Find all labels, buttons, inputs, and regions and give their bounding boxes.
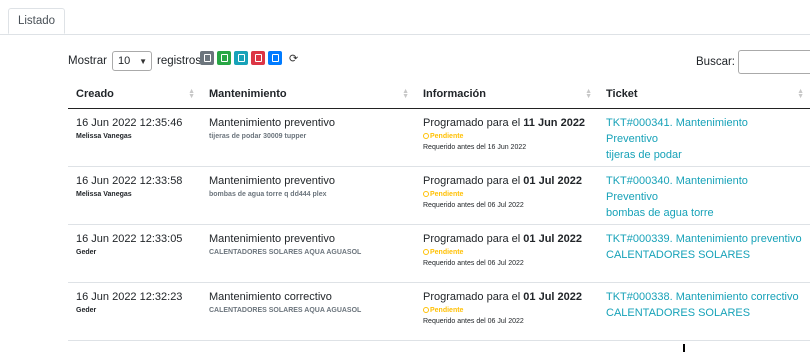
scheduled-date: 01 Jul 2022 bbox=[523, 174, 582, 187]
table-row: 16 Jun 2022 12:32:23 Geder Mantenimiento … bbox=[68, 282, 810, 341]
column-header-ticket[interactable]: Ticket ▲ ▼ bbox=[598, 81, 810, 109]
info-cell: Programado para el 01 Jul 2022 Pendiente R… bbox=[415, 224, 598, 283]
created-cell: 16 Jun 2022 12:33:58 Melissa Vanegas bbox=[68, 166, 201, 225]
created-datetime: 16 Jun 2022 12:33:58 bbox=[76, 174, 183, 187]
maintenance-type: Mantenimiento preventivo bbox=[209, 232, 335, 245]
pdf-icon bbox=[254, 54, 262, 62]
status-badge: Pendiente bbox=[423, 306, 590, 314]
table-row: 16 Jun 2022 12:35:46 Melissa Vanegas Mant… bbox=[68, 108, 810, 167]
search-input[interactable] bbox=[738, 50, 810, 74]
maintenance-cell: Mantenimiento correctivo CALENTADORES SOL… bbox=[201, 282, 415, 341]
scheduled-text: Programado para el 01 Jul 2022 bbox=[423, 174, 582, 187]
ticket-link[interactable]: TKT#000339. Mantenimiento preventivo CALE… bbox=[606, 231, 802, 263]
created-cell: 16 Jun 2022 12:35:46 Melissa Vanegas bbox=[68, 108, 201, 167]
maintenance-cell: Mantenimiento preventivo CALENTADORES SOL… bbox=[201, 224, 415, 283]
search-label: Buscar: bbox=[696, 56, 735, 68]
created-by: Melissa Vanegas bbox=[76, 190, 132, 198]
table-row: 16 Jun 2022 12:33:58 Melissa Vanegas Mant… bbox=[68, 166, 810, 225]
scheduled-date: 11 Jun 2022 bbox=[523, 116, 586, 129]
info-cell: Programado para el 11 Jun 2022 Pendiente R… bbox=[415, 108, 598, 167]
csv-icon bbox=[237, 54, 245, 62]
info-cell: Programado para el 01 Jul 2022 Pendiente R… bbox=[415, 282, 598, 341]
table-row: 16 Jun 2022 12:33:05 Geder Mantenimiento … bbox=[68, 224, 810, 283]
created-datetime: 16 Jun 2022 12:32:23 bbox=[76, 290, 183, 303]
ticket-cell: TKT#000339. Mantenimiento preventivo CALE… bbox=[598, 224, 810, 283]
ticket-cell: TKT#000340. Mantenimiento Preventivo bomb… bbox=[598, 166, 810, 225]
scheduled-text: Programado para el 11 Jun 2022 bbox=[423, 116, 586, 129]
clock-icon bbox=[423, 132, 429, 139]
sort-icon: ▲ ▼ bbox=[188, 88, 195, 100]
column-header-mantenimiento[interactable]: Mantenimiento ▲ ▼ bbox=[201, 81, 415, 109]
maintenance-description: tijeras de podar 30009 tupper bbox=[209, 132, 307, 140]
copy-icon bbox=[203, 54, 211, 62]
required-before: Requerido antes del 16 Jun 2022 bbox=[423, 143, 527, 151]
scheduled-text: Programado para el 01 Jul 2022 bbox=[423, 232, 582, 245]
scheduled-date: 01 Jul 2022 bbox=[523, 290, 582, 303]
refresh-icon[interactable]: ⟳ bbox=[289, 52, 298, 65]
status-badge: Pendiente bbox=[423, 248, 590, 256]
created-datetime: 16 Jun 2022 12:35:46 bbox=[76, 116, 183, 129]
created-cell: 16 Jun 2022 12:32:23 Geder bbox=[68, 282, 201, 341]
ticket-cell: TKT#000338. Mantenimiento correctivo CALE… bbox=[598, 282, 810, 341]
records-table: Creado ▲ ▼ Mantenimiento ▲ ▼ Información ▲ ▼ T… bbox=[68, 81, 810, 341]
show-label: Mostrar bbox=[68, 55, 107, 67]
info-cell: Programado para el 01 Jul 2022 Pendiente R… bbox=[415, 166, 598, 225]
export-buttons: ⟳ bbox=[200, 51, 298, 65]
records-label: registros bbox=[156, 55, 202, 67]
required-before: Requerido antes del 06 Jul 2022 bbox=[423, 259, 524, 267]
created-by: Geder bbox=[76, 248, 97, 256]
sort-icon: ▲ ▼ bbox=[402, 88, 409, 100]
status-badge: Pendiente bbox=[423, 190, 590, 198]
page-length-value: 10 bbox=[117, 55, 131, 67]
required-before: Requerido antes del 06 Jul 2022 bbox=[423, 317, 524, 325]
column-header-informacion[interactable]: Información ▲ ▼ bbox=[415, 81, 598, 109]
clock-icon bbox=[423, 306, 429, 313]
scheduled-date: 01 Jul 2022 bbox=[523, 232, 582, 245]
maintenance-description: bombas de agua torre q dd444 plex bbox=[209, 190, 327, 198]
csv-button[interactable] bbox=[234, 51, 248, 65]
status-badge: Pendiente bbox=[423, 132, 590, 140]
created-by: Geder bbox=[76, 306, 97, 314]
copy-button[interactable] bbox=[200, 51, 214, 65]
excel-button[interactable] bbox=[217, 51, 231, 65]
maintenance-description: CALENTADORES SOLARES AQUA AGUASOL bbox=[209, 306, 362, 314]
chevron-down-icon: ▼ bbox=[139, 56, 147, 66]
scheduled-text: Programado para el 01 Jul 2022 bbox=[423, 290, 582, 303]
maintenance-type: Mantenimiento preventivo bbox=[209, 174, 335, 187]
maintenance-cell: Mantenimiento preventivo tijeras de podar… bbox=[201, 108, 415, 167]
column-header-creado[interactable]: Creado ▲ ▼ bbox=[68, 81, 201, 109]
maintenance-description: CALENTADORES SOLARES AQUA AGUASOL bbox=[209, 248, 362, 256]
created-by: Melissa Vanegas bbox=[76, 132, 132, 140]
search-control: Buscar: bbox=[696, 50, 810, 74]
clock-icon bbox=[423, 190, 429, 197]
table-header-row: Creado ▲ ▼ Mantenimiento ▲ ▼ Información ▲ ▼ T… bbox=[68, 81, 810, 109]
ticket-link[interactable]: TKT#000341. Mantenimiento Preventivo tije… bbox=[606, 115, 802, 163]
length-control: Mostrar 10 ▼ registros bbox=[68, 50, 201, 72]
created-cell: 16 Jun 2022 12:33:05 Geder bbox=[68, 224, 201, 283]
pdf-button[interactable] bbox=[251, 51, 265, 65]
text-cursor-icon bbox=[683, 344, 685, 352]
print-button[interactable] bbox=[268, 51, 282, 65]
maintenance-type: Mantenimiento preventivo bbox=[209, 116, 335, 129]
required-before: Requerido antes del 06 Jul 2022 bbox=[423, 201, 524, 209]
sort-icon: ▲ ▼ bbox=[797, 88, 804, 100]
created-datetime: 16 Jun 2022 12:33:05 bbox=[76, 232, 183, 245]
excel-icon bbox=[220, 54, 228, 62]
clock-icon bbox=[423, 248, 429, 255]
sort-icon: ▲ ▼ bbox=[585, 88, 592, 100]
maintenance-cell: Mantenimiento preventivo bombas de agua t… bbox=[201, 166, 415, 225]
ticket-link[interactable]: TKT#000340. Mantenimiento Preventivo bomb… bbox=[606, 173, 802, 221]
ticket-cell: TKT#000341. Mantenimiento Preventivo tije… bbox=[598, 108, 810, 167]
page-length-select[interactable]: 10 ▼ bbox=[111, 51, 152, 71]
tab-listado[interactable]: Listado bbox=[8, 8, 65, 34]
tab-bar: Listado bbox=[0, 0, 810, 35]
maintenance-type: Mantenimiento correctivo bbox=[209, 290, 332, 303]
ticket-link[interactable]: TKT#000338. Mantenimiento correctivo CALE… bbox=[606, 289, 802, 321]
print-icon bbox=[271, 54, 279, 62]
